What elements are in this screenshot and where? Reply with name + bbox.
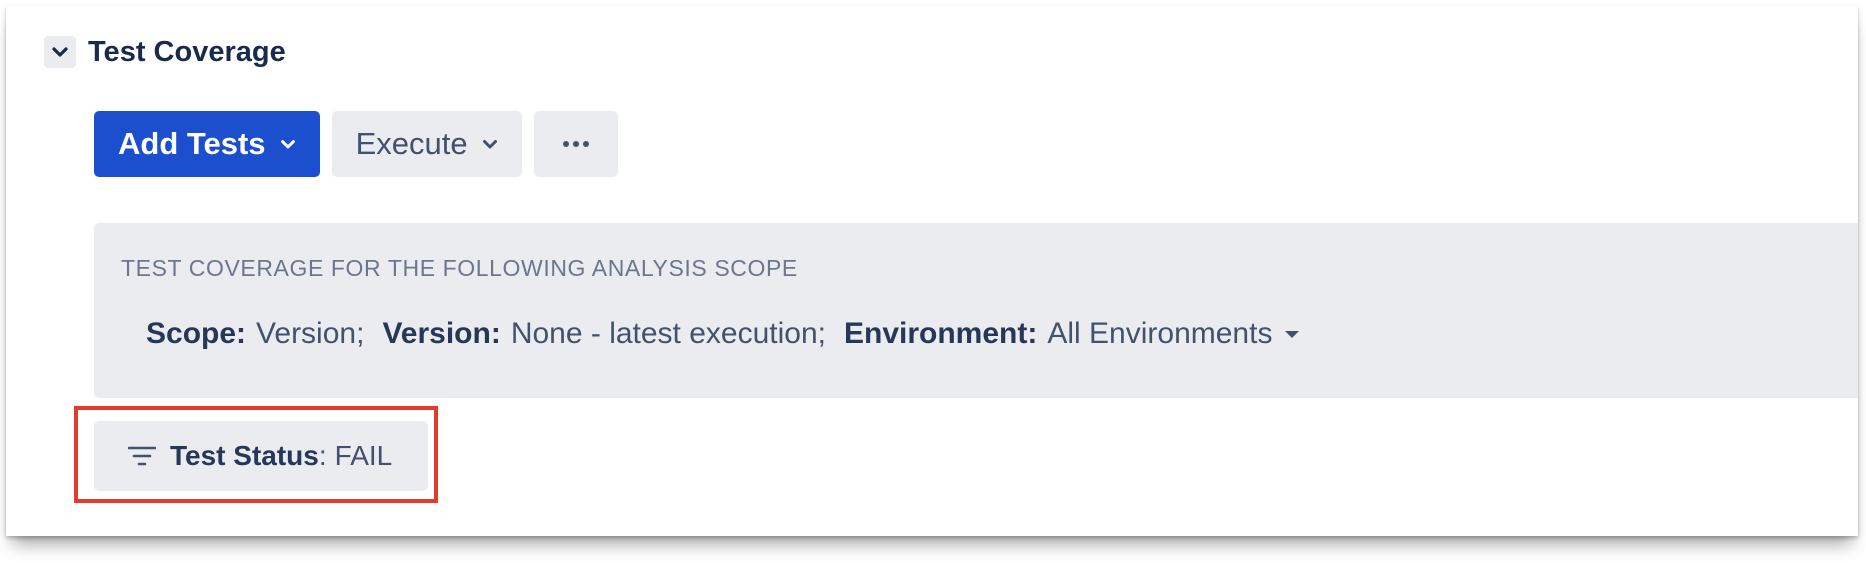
- more-actions-button[interactable]: [533, 111, 618, 177]
- collapse-toggle[interactable]: [44, 36, 76, 68]
- toolbar: Add Tests Execute: [94, 111, 630, 177]
- execute-button[interactable]: Execute: [331, 111, 522, 177]
- add-tests-label: Add Tests: [118, 126, 266, 161]
- chevron-down-icon: [52, 47, 68, 57]
- version-label: Version:: [382, 317, 501, 350]
- caret-down-icon: [1284, 329, 1300, 339]
- analysis-scope-line: Scope: Version; Version: None - latest e…: [146, 317, 1300, 351]
- add-tests-button[interactable]: Add Tests: [94, 111, 320, 177]
- analysis-scope-heading: TEST COVERAGE FOR THE FOLLOWING ANALYSIS…: [121, 255, 798, 281]
- highlight-box: [74, 406, 438, 503]
- section-title: Test Coverage: [88, 35, 286, 68]
- environment-label: Environment:: [844, 317, 1038, 350]
- ellipsis-icon: [562, 141, 589, 147]
- execute-label: Execute: [355, 126, 468, 161]
- section-header: Test Coverage: [44, 32, 286, 72]
- environment-selector[interactable]: Environment: All Environments: [844, 317, 1300, 351]
- scope-label: Scope:: [146, 317, 247, 350]
- scope-value: Version;: [256, 317, 365, 350]
- analysis-scope-panel: TEST COVERAGE FOR THE FOLLOWING ANALYSIS…: [94, 223, 1858, 398]
- test-coverage-card: Test Coverage Add Tests Execute TEST COV…: [6, 6, 1858, 536]
- chevron-down-icon: [280, 139, 296, 150]
- chevron-down-icon: [482, 139, 498, 150]
- environment-value: All Environments: [1047, 317, 1273, 350]
- version-value: None - latest execution;: [510, 317, 826, 350]
